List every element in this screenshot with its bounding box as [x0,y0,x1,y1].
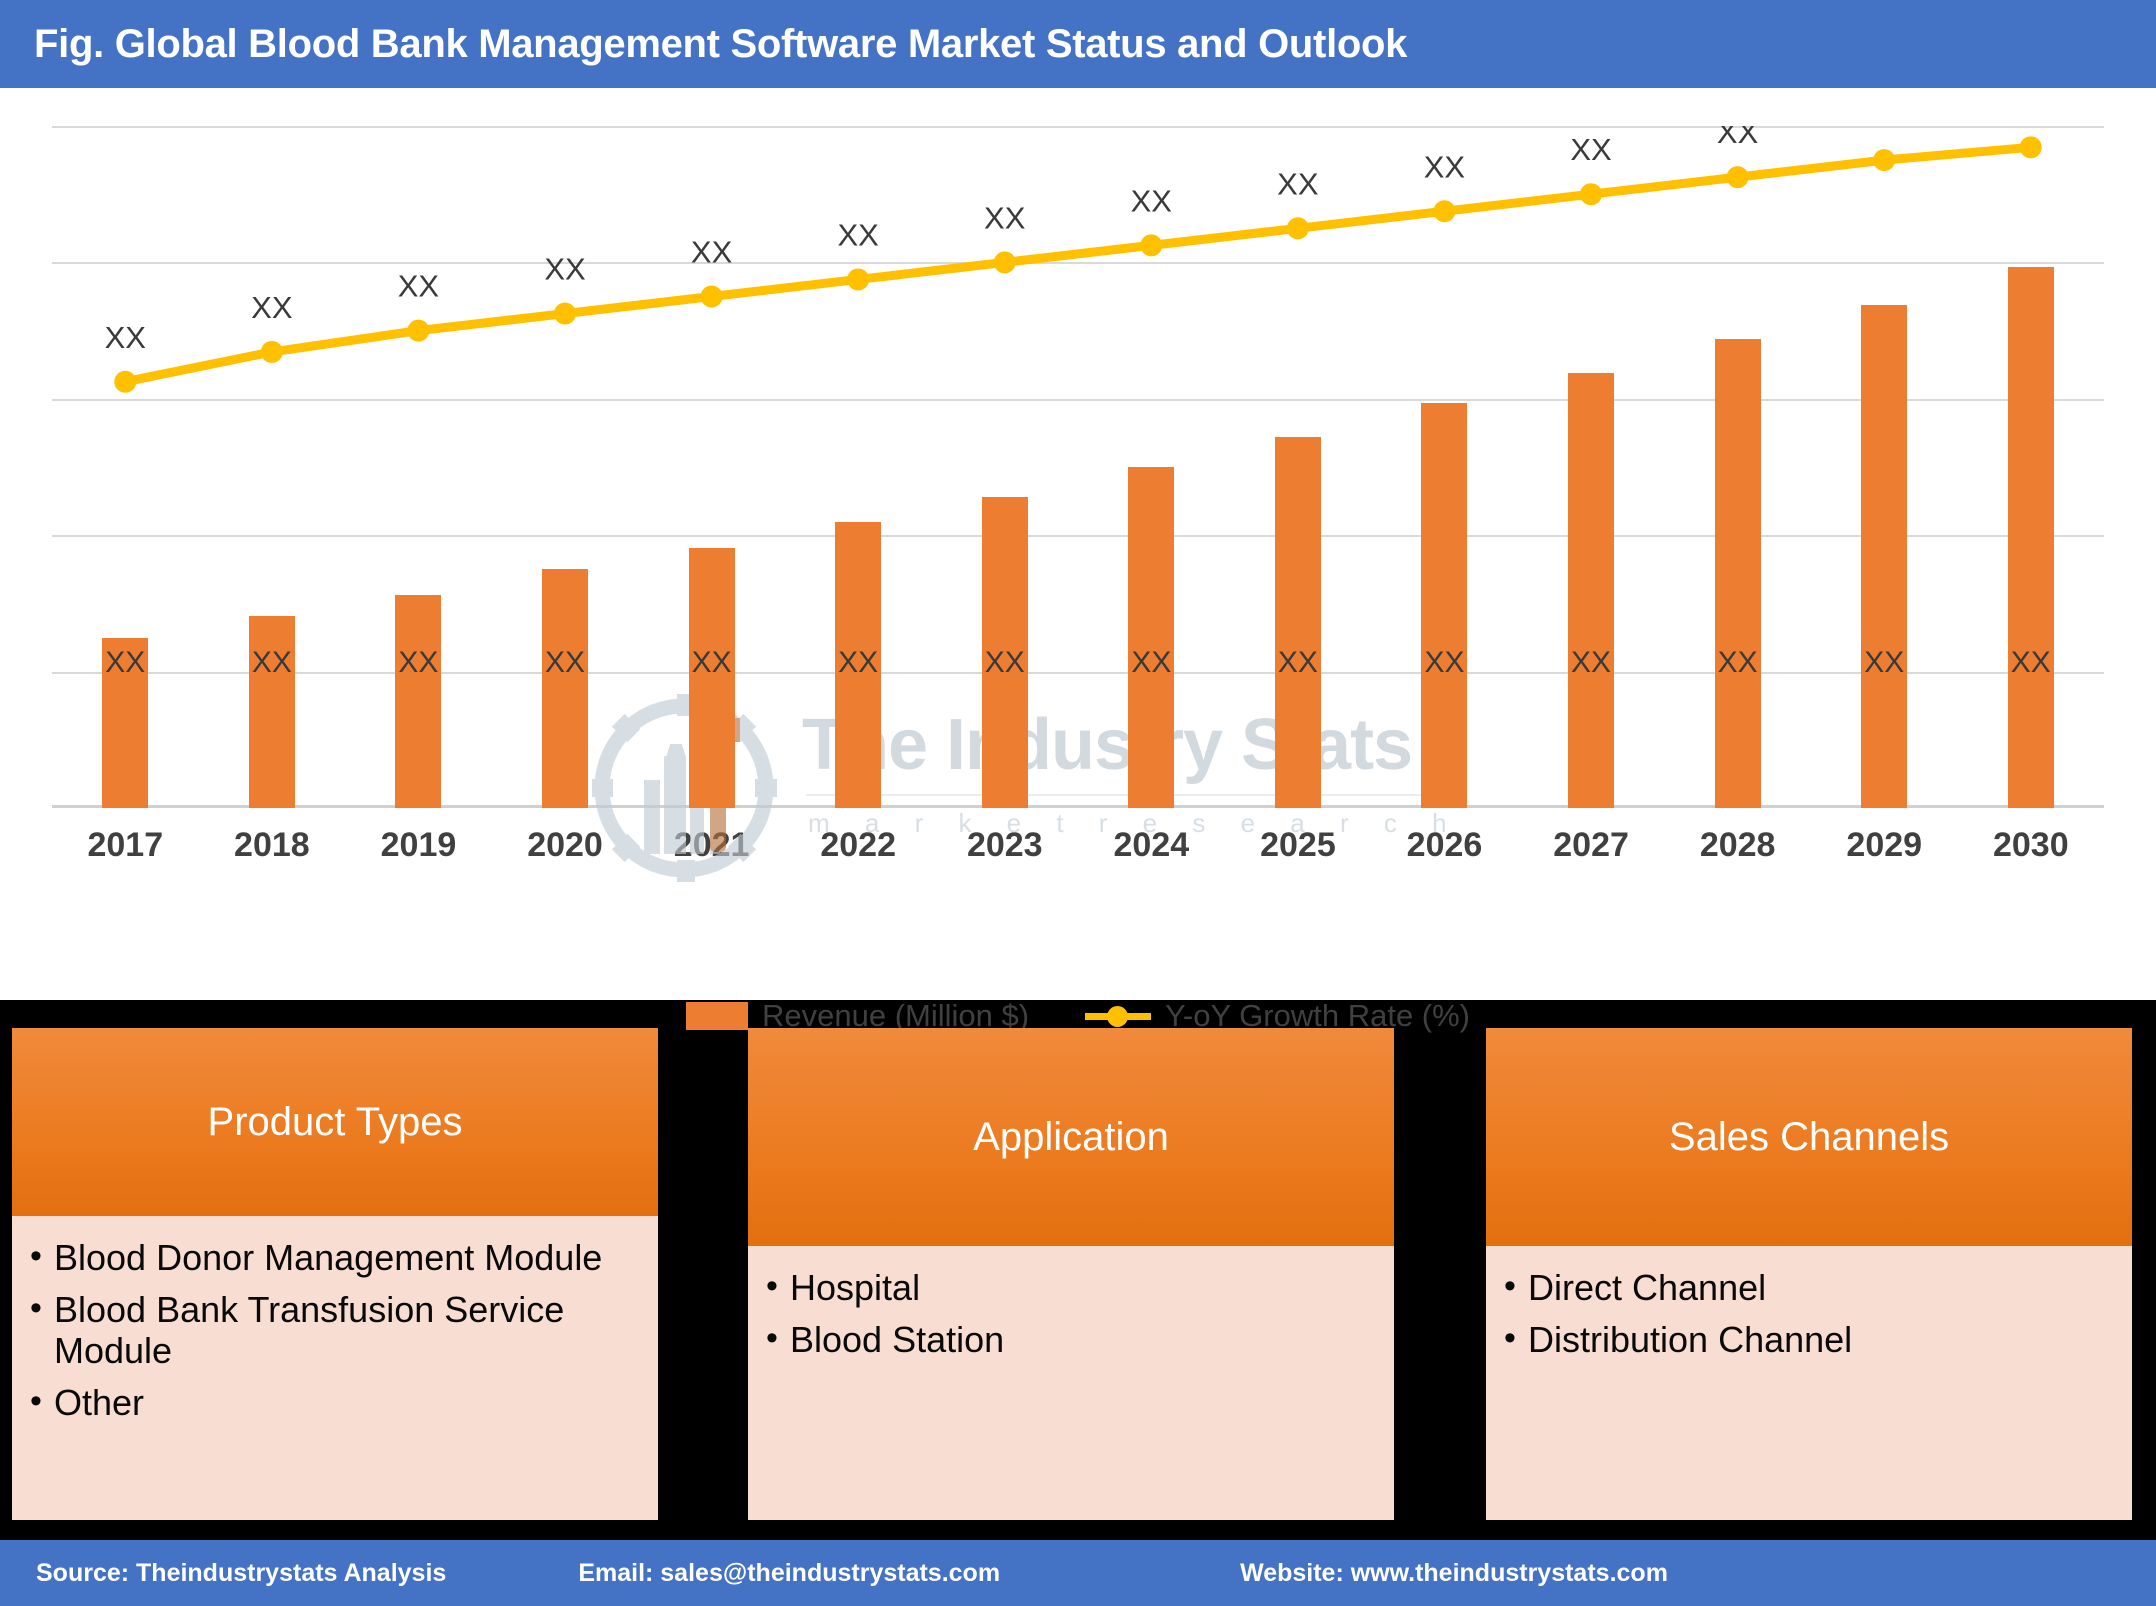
bar-slot: XX [1078,126,1225,808]
segment-boxes: Product Types Blood Donor Management Mod… [0,1000,2156,1540]
bar[interactable]: XX [835,522,882,808]
list-item: Blood Bank Transfusion Service Module [26,1289,644,1371]
bar-slot: XX [1958,126,2105,808]
segment-header-sales-channels: Sales Channels [1486,1028,2132,1246]
bar-value-label: XX [1571,646,1612,679]
bar[interactable]: XX [1421,403,1468,808]
bar-value-label: XX [1717,646,1758,679]
list-item: Other [26,1382,644,1423]
bar-slot: XX [199,126,346,808]
bar[interactable]: XX [1128,467,1175,808]
x-axis-labels: 2017 2018 2019 2020 2021 2022 2023 2024 2025 2026… [52,826,2104,865]
bar-value-label: XX [545,646,586,679]
page-title: Fig. Global Blood Bank Management Softwa… [34,21,1408,66]
bar-slot: XX [931,126,1078,808]
x-axis-tick: 2017 [87,826,164,864]
bar-slot: XX [52,126,199,808]
segment-box-application: Application Hospital Blood Station [748,1028,1394,1520]
bar-value-label: XX [1864,646,1905,679]
bar-slot: XX [345,126,492,808]
footer-email[interactable]: Email: sales@theindustrystats.com [578,1559,1000,1588]
bar[interactable]: XX [102,637,149,808]
x-axis-tick: 2026 [1406,826,1483,864]
bar-value-label: XX [1424,646,1465,679]
bar[interactable]: XX [542,569,589,808]
bar[interactable]: XX [248,616,295,808]
segment-list-application: Hospital Blood Station [762,1267,1380,1361]
segment-body-sales-channels: Direct Channel Distribution Channel [1486,1246,2132,1520]
poster-root: Fig. Global Blood Bank Management Softwa… [0,0,2156,1606]
segment-title-product-types: Product Types [207,1099,463,1144]
bar-slot: XX [1518,126,1665,808]
list-item: Hospital [762,1267,1380,1308]
bar[interactable]: XX [395,594,442,808]
title-bar: Fig. Global Blood Bank Management Softwa… [0,0,2156,88]
bar[interactable]: XX [688,548,735,808]
segment-list-sales-channels: Direct Channel Distribution Channel [1500,1267,2118,1361]
x-axis-tick: 2030 [1992,826,2069,864]
x-axis-tick: 2028 [1699,826,1776,864]
x-axis-tick: 2020 [527,826,603,864]
segment-body-application: Hospital Blood Station [748,1246,1394,1520]
bar[interactable]: XX [981,496,1028,808]
bar-value-label: XX [2010,646,2051,679]
bar[interactable]: XX [1568,373,1615,808]
segment-title-sales-channels: Sales Channels [1668,1114,1950,1159]
segment-header-application: Application [748,1028,1394,1246]
bar-slot: XX [1371,126,1518,808]
x-axis-tick: 2023 [966,826,1043,864]
chart-panel: The Industry Stats m a r k e t r e s e a… [0,88,2156,1033]
bar[interactable]: XX [1714,339,1761,808]
segment-title-application: Application [973,1114,1169,1159]
bar-value-label: XX [1277,646,1318,679]
x-axis-tick: 2018 [234,826,310,864]
bar-value-label: XX [251,646,292,679]
x-axis-tick: 2027 [1553,826,1629,864]
x-axis-tick: 2019 [380,826,457,864]
x-axis-tick: 2025 [1260,826,1336,864]
bar-value-label: XX [691,646,732,679]
bar-slot: XX [785,126,932,808]
x-axis-tick: 2022 [820,826,896,864]
bar-value-label: XX [838,646,879,679]
x-axis-tick: 2024 [1113,826,1190,864]
bar-slot: XX [492,126,639,808]
list-item: Blood Station [762,1319,1380,1360]
list-item: Distribution Channel [1500,1319,2118,1360]
bar-value-label: XX [1131,646,1172,679]
segment-body-product-types: Blood Donor Management Module Blood Bank… [12,1216,658,1520]
list-item: Direct Channel [1500,1267,2118,1308]
bar-value-label: XX [398,646,439,679]
bar[interactable]: XX [1861,305,1908,808]
list-item: Blood Donor Management Module [26,1237,644,1278]
bar[interactable]: XX [2007,266,2054,808]
segment-box-product-types: Product Types Blood Donor Management Mod… [12,1028,658,1520]
segment-list-product-types: Blood Donor Management Module Blood Bank… [26,1237,644,1423]
bar-slot: XX [638,126,785,808]
segment-box-sales-channels: Sales Channels Direct Channel Distributi… [1486,1028,2132,1520]
bar-slot: XX [1664,126,1811,808]
chart-plot-area: The Industry Stats m a r k e t r e s e a… [52,126,2104,882]
bar[interactable]: XX [1274,437,1321,808]
x-axis-tick: 2021 [673,826,750,864]
segment-header-product-types: Product Types [12,1028,658,1216]
bar-slot: XX [1225,126,1372,808]
bar-slot: XX [1811,126,1958,808]
footer-bar: Source: Theindustrystats Analysis Email:… [0,1540,2156,1606]
bar-series: XX XX XX XX XX XX XX XX XX XX XX XX XX XX [52,126,2104,808]
footer-source: Source: Theindustrystats Analysis [36,1558,447,1587]
bar-value-label: XX [105,646,146,679]
x-axis-tick: 2029 [1846,826,1923,864]
footer-website[interactable]: Website: www.theindustrystats.com [1240,1559,1668,1588]
bar-value-label: XX [984,646,1025,679]
